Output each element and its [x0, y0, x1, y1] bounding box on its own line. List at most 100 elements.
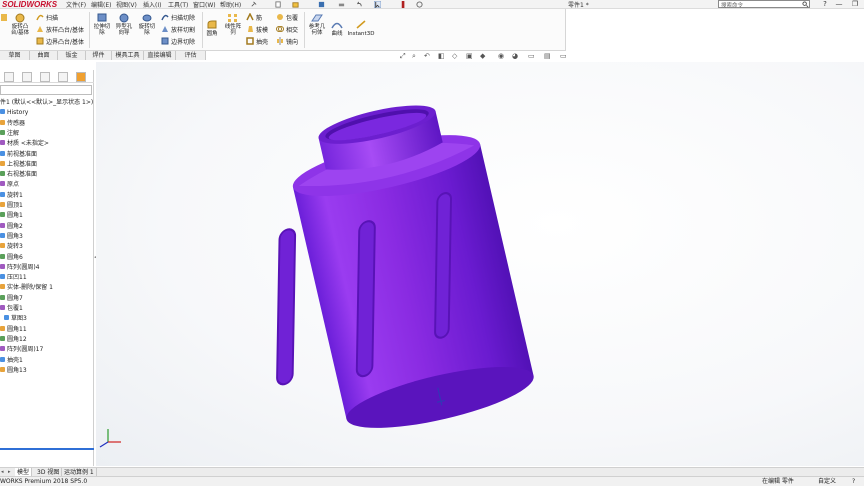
tree-item[interactable]: 圆角1	[0, 211, 94, 221]
tree-item[interactable]: 上视基准面	[0, 160, 94, 170]
select-icon[interactable]	[374, 1, 381, 8]
section-view-icon[interactable]: ◧	[438, 52, 445, 60]
menu-tools[interactable]: 工具(T)	[168, 0, 188, 9]
extruded-cut-button[interactable]: 拉伸切 除	[91, 12, 113, 36]
feature-tree-filter-input[interactable]	[0, 85, 92, 95]
new-icon[interactable]	[275, 1, 282, 8]
view-orientation-icon[interactable]: ▣	[466, 52, 473, 60]
shell-button[interactable]: 抽壳	[246, 37, 268, 46]
revolve-boss-button[interactable]: 旋转凸 台/基体	[8, 12, 32, 36]
tree-item[interactable]: 圆角11	[0, 325, 94, 335]
search-input[interactable]: 搜索命令	[718, 0, 810, 9]
previous-view-icon[interactable]: ↶	[424, 52, 430, 60]
tree-item[interactable]: 旋转1	[0, 191, 94, 201]
tree-item[interactable]: History	[0, 108, 94, 118]
tree-item[interactable]: 材质 <未指定>	[0, 139, 94, 149]
tree-item[interactable]: 抽壳1	[0, 356, 94, 366]
minimize-button[interactable]: —	[832, 0, 846, 9]
boundary-boss-button[interactable]: 边界凸台/基体	[36, 37, 84, 46]
tab-weldments[interactable]: 焊件	[86, 51, 112, 60]
menu-view[interactable]: 视图(V)	[116, 0, 137, 9]
revolved-cut-button[interactable]: 旋转切 除	[136, 12, 158, 36]
units-status[interactable]: 自定义	[818, 477, 836, 486]
tree-item[interactable]: 圆顶1	[0, 201, 94, 211]
edit-appearance-icon[interactable]: ◕	[512, 52, 518, 60]
lofted-cut-button[interactable]: 放样切割	[161, 25, 195, 34]
instant3d-button[interactable]: Instant3D	[346, 19, 376, 37]
graphics-viewport[interactable]	[96, 62, 864, 466]
help-status-icon[interactable]: ?	[852, 477, 855, 486]
property-manager-tab-icon[interactable]	[22, 72, 32, 82]
tree-item[interactable]: 草图3	[0, 314, 94, 324]
monitor-icon[interactable]: ▭	[560, 52, 567, 60]
dimxpert-tab-icon[interactable]	[58, 72, 68, 82]
zoom-fit-icon[interactable]: ⤢	[400, 52, 406, 61]
save-icon[interactable]	[318, 1, 325, 8]
fillet-button[interactable]: 圆角	[204, 19, 220, 37]
cylinder-model[interactable]	[96, 62, 864, 466]
scene-icon[interactable]: ▭	[528, 52, 535, 60]
options-icon[interactable]	[416, 1, 423, 8]
restore-button[interactable]: ❐	[848, 0, 862, 9]
rebuild-icon[interactable]	[400, 1, 407, 8]
display-style-icon[interactable]: ◆	[480, 52, 485, 60]
zoom-area-icon[interactable]: ⌕	[412, 52, 416, 61]
linear-pattern-button[interactable]: 线性阵 列	[222, 12, 244, 36]
tree-item[interactable]: 原点	[0, 180, 94, 190]
tree-item[interactable]: 前视基准面	[0, 150, 94, 160]
tree-item[interactable]: 压凹11	[0, 273, 94, 283]
sweep-button[interactable]: 扫描	[36, 13, 58, 22]
revolve-boss-partial[interactable]	[0, 12, 8, 24]
tree-item[interactable]: 圆角12	[0, 335, 94, 345]
search-icon[interactable]	[802, 1, 809, 8]
rollback-bar[interactable]	[0, 448, 94, 450]
swept-cut-button[interactable]: 扫描切除	[161, 13, 195, 22]
print-icon[interactable]	[338, 1, 345, 8]
boundary-cut-button[interactable]: 边界切除	[161, 37, 195, 46]
tree-item[interactable]: 右视基准面	[0, 170, 94, 180]
tab-direct-edit[interactable]: 直接编辑	[144, 51, 176, 60]
menu-file[interactable]: 文件(F)	[66, 0, 86, 9]
tab-surface[interactable]: 曲面	[30, 51, 58, 60]
tree-item[interactable]: 注解	[0, 129, 94, 139]
reference-geometry-button[interactable]: 参考几 何体	[306, 12, 328, 36]
tree-item[interactable]: 阵列(圆周)4	[0, 263, 94, 273]
tree-item[interactable]: 实体-删除/保留 1	[0, 283, 94, 293]
tab-mold-tools[interactable]: 模具工具	[112, 51, 144, 60]
tab-sheet-metal[interactable]: 钣金	[58, 51, 86, 60]
hole-wizard-button[interactable]: 异型孔 向导	[113, 12, 135, 36]
mirror-button[interactable]: 镜向	[276, 37, 298, 46]
tree-item[interactable]: 传感器	[0, 119, 94, 129]
tree-item[interactable]: 圆角6	[0, 253, 94, 263]
tree-item[interactable]: 圆角13	[0, 366, 94, 376]
menu-help[interactable]: 帮助(H)	[220, 0, 241, 9]
tree-item[interactable]: 圆角3	[0, 232, 94, 242]
pin-icon[interactable]	[250, 1, 257, 8]
configuration-manager-tab-icon[interactable]	[40, 72, 50, 82]
tab-sketch[interactable]: 草图	[0, 51, 30, 60]
dynamic-annotation-icon[interactable]: ◇	[452, 52, 457, 60]
help-button[interactable]: ?	[818, 0, 832, 9]
hide-show-icon[interactable]: ◉	[498, 52, 504, 60]
tab-evaluate[interactable]: 评估	[176, 51, 206, 60]
undo-icon[interactable]	[356, 1, 363, 8]
tree-item[interactable]: 包覆1	[0, 304, 94, 314]
display-manager-tab-icon[interactable]	[76, 72, 86, 82]
draft-button[interactable]: 拔模	[246, 25, 268, 34]
menu-window[interactable]: 窗口(W)	[193, 0, 216, 9]
loft-boss-button[interactable]: 放样凸台/基体	[36, 25, 84, 34]
wrap-button[interactable]: 包覆	[276, 13, 298, 22]
tree-item[interactable]: 旋转3	[0, 242, 94, 252]
tree-item[interactable]: 圆角7	[0, 294, 94, 304]
rib-button[interactable]: 筋	[246, 13, 262, 22]
tree-root[interactable]: 件1 (默认<<默认>_显示状态 1>)	[0, 98, 94, 108]
intersect-button[interactable]: 相交	[276, 25, 298, 34]
tree-item[interactable]: 圆角2	[0, 222, 94, 232]
open-icon[interactable]	[292, 1, 299, 8]
curves-button[interactable]: 曲线	[328, 19, 346, 37]
feature-tree-tab-icon[interactable]	[4, 72, 14, 82]
view-settings-icon[interactable]: ▤	[544, 52, 551, 60]
menu-insert[interactable]: 插入(I)	[143, 0, 161, 9]
menu-edit[interactable]: 编辑(E)	[91, 0, 111, 9]
tree-item[interactable]: 阵列(圆周)17	[0, 345, 94, 355]
